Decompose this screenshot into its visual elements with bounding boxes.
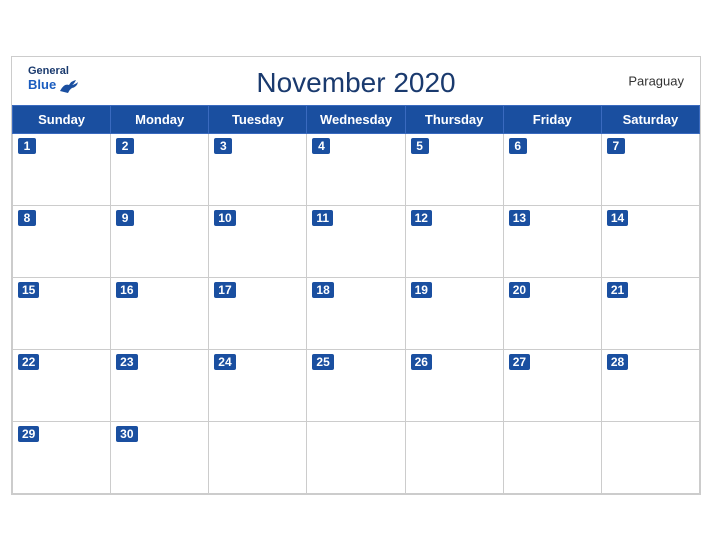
header-friday: Friday — [503, 105, 601, 133]
calendar-day — [209, 421, 307, 493]
calendar-day: 5 — [405, 133, 503, 205]
calendar-day: 14 — [601, 205, 699, 277]
day-number: 7 — [607, 138, 625, 154]
day-number: 5 — [411, 138, 429, 154]
calendar-day: 30 — [111, 421, 209, 493]
calendar-day: 27 — [503, 349, 601, 421]
calendar-day: 25 — [307, 349, 405, 421]
day-number: 1 — [18, 138, 36, 154]
day-number: 22 — [18, 354, 39, 370]
day-number: 8 — [18, 210, 36, 226]
calendar-day: 11 — [307, 205, 405, 277]
day-number: 23 — [116, 354, 137, 370]
logo-area: General Blue — [28, 65, 80, 95]
day-number: 20 — [509, 282, 530, 298]
calendar-container: General Blue November 2020 Paraguay Sund… — [11, 56, 701, 495]
day-number: 2 — [116, 138, 134, 154]
logo-bird-icon — [58, 77, 80, 95]
calendar-day: 8 — [13, 205, 111, 277]
day-number: 21 — [607, 282, 628, 298]
calendar-day: 1 — [13, 133, 111, 205]
calendar-day — [503, 421, 601, 493]
calendar-day: 6 — [503, 133, 601, 205]
country-label: Paraguay — [628, 73, 684, 88]
week-row-4: 22 23 24 25 26 27 28 — [13, 349, 700, 421]
week-row-1: 1 2 3 4 5 6 7 — [13, 133, 700, 205]
calendar-day: 22 — [13, 349, 111, 421]
month-title: November 2020 — [256, 67, 455, 99]
calendar-day: 16 — [111, 277, 209, 349]
header-tuesday: Tuesday — [209, 105, 307, 133]
header-sunday: Sunday — [13, 105, 111, 133]
day-number: 19 — [411, 282, 432, 298]
calendar-day — [405, 421, 503, 493]
day-number: 29 — [18, 426, 39, 442]
day-number: 18 — [312, 282, 333, 298]
calendar-day: 24 — [209, 349, 307, 421]
weekday-header-row: Sunday Monday Tuesday Wednesday Thursday… — [13, 105, 700, 133]
logo-blue-text: Blue — [28, 78, 56, 92]
day-number: 13 — [509, 210, 530, 226]
calendar-day: 19 — [405, 277, 503, 349]
calendar-day: 26 — [405, 349, 503, 421]
header-saturday: Saturday — [601, 105, 699, 133]
day-number: 27 — [509, 354, 530, 370]
day-number: 26 — [411, 354, 432, 370]
calendar-day: 15 — [13, 277, 111, 349]
day-number: 14 — [607, 210, 628, 226]
day-number: 17 — [214, 282, 235, 298]
calendar-day: 10 — [209, 205, 307, 277]
day-number: 11 — [312, 210, 333, 226]
calendar-day: 13 — [503, 205, 601, 277]
calendar-day: 12 — [405, 205, 503, 277]
calendar-thead: Sunday Monday Tuesday Wednesday Thursday… — [13, 105, 700, 133]
calendar-day — [307, 421, 405, 493]
calendar-body: 1234567891011121314151617181920212223242… — [13, 133, 700, 493]
week-row-5: 29 30 — [13, 421, 700, 493]
day-number: 16 — [116, 282, 137, 298]
week-row-2: 8 9 10 11 12 13 14 — [13, 205, 700, 277]
calendar-table: Sunday Monday Tuesday Wednesday Thursday… — [12, 105, 700, 494]
calendar-day: 3 — [209, 133, 307, 205]
calendar-day: 4 — [307, 133, 405, 205]
calendar-day: 7 — [601, 133, 699, 205]
day-number: 25 — [312, 354, 333, 370]
calendar-day: 21 — [601, 277, 699, 349]
calendar-day: 9 — [111, 205, 209, 277]
day-number: 15 — [18, 282, 39, 298]
calendar-day: 2 — [111, 133, 209, 205]
calendar-day: 28 — [601, 349, 699, 421]
day-number: 6 — [509, 138, 527, 154]
calendar-day: 23 — [111, 349, 209, 421]
week-row-3: 15 16 17 18 19 20 21 — [13, 277, 700, 349]
day-number: 30 — [116, 426, 137, 442]
calendar-day: 17 — [209, 277, 307, 349]
day-number: 10 — [214, 210, 235, 226]
calendar-day: 29 — [13, 421, 111, 493]
day-number: 9 — [116, 210, 134, 226]
calendar-day: 18 — [307, 277, 405, 349]
header-monday: Monday — [111, 105, 209, 133]
day-number: 3 — [214, 138, 232, 154]
calendar-header: General Blue November 2020 Paraguay — [12, 57, 700, 105]
day-number: 28 — [607, 354, 628, 370]
day-number: 12 — [411, 210, 432, 226]
calendar-day — [601, 421, 699, 493]
header-thursday: Thursday — [405, 105, 503, 133]
day-number: 4 — [312, 138, 330, 154]
calendar-day: 20 — [503, 277, 601, 349]
logo-general-text: General — [28, 65, 69, 77]
header-wednesday: Wednesday — [307, 105, 405, 133]
day-number: 24 — [214, 354, 235, 370]
